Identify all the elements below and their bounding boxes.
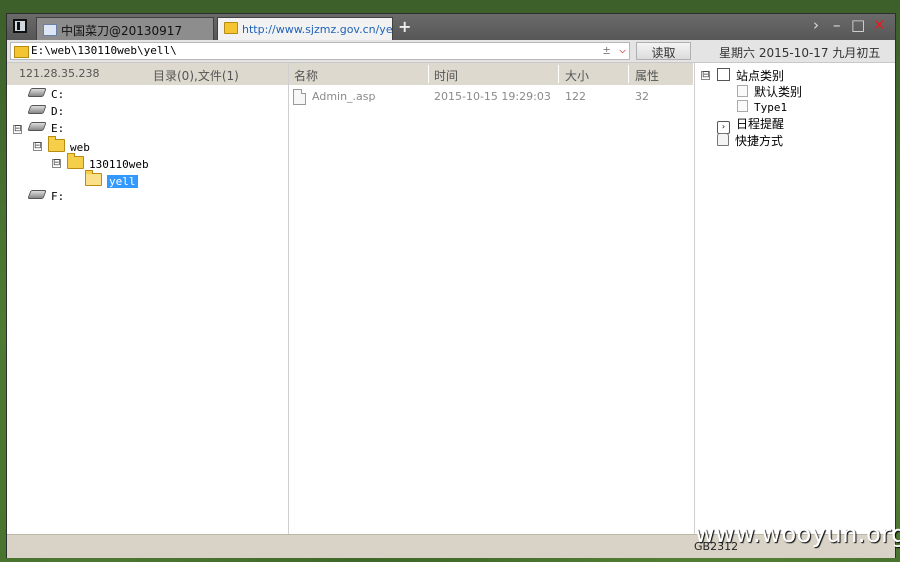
drive-icon (27, 105, 47, 114)
chevron-right-icon[interactable]: › (813, 16, 819, 34)
directory-pane: 121.28.35.238 目录(0),文件(1) C: D: ⊟ E: ⊟ w… (7, 63, 289, 534)
maximize-button[interactable]: □ (851, 16, 865, 34)
tree-site-category[interactable]: 站点类别 (717, 67, 784, 84)
dir-file-count: 目录(0),文件(1) (153, 69, 239, 83)
folder-icon (48, 136, 65, 152)
column-time[interactable]: 时间 (434, 67, 458, 84)
hand-icon (717, 133, 729, 146)
close-button[interactable]: ✕ (873, 16, 886, 34)
tree-drive-e[interactable]: E: (27, 122, 65, 135)
page-icon (43, 24, 57, 36)
file-row[interactable]: Admin_.asp 2015-10-15 19:29:03 122 32 (289, 89, 693, 107)
tree-label: 默认类别 (754, 85, 803, 99)
path-text: E:\web\130110web\yell\ (31, 44, 177, 57)
drive-icon (27, 190, 47, 199)
tree-label: 130110web (89, 158, 149, 171)
bookmark-pane: ⊟ 站点类别 默认类别 Type1 › 日程提醒 快捷方式 (694, 63, 896, 534)
app-menu-icon[interactable] (13, 19, 27, 33)
collapse-icon[interactable]: ⊟ (33, 142, 42, 151)
tree-label: 日程提醒 (736, 117, 785, 131)
tree-label: F: (51, 190, 65, 203)
tree-label-selected: yell (107, 175, 138, 188)
address-bar: E:\web\130110web\yell\ ± ⌵ 读取 星期六 2015-1… (7, 40, 895, 63)
column-name[interactable]: 名称 (294, 67, 318, 84)
file-name: Admin_.asp (312, 90, 376, 103)
tree-label: E: (51, 122, 65, 135)
folder-icon (67, 153, 84, 169)
server-ip: 121.28.35.238 (19, 67, 100, 80)
minimize-button[interactable]: – (833, 16, 841, 34)
tab-home[interactable]: 中国菜刀@20130917 (36, 17, 214, 40)
collapse-icon[interactable]: ⊟ (13, 125, 22, 134)
column-divider[interactable] (558, 65, 559, 83)
page-icon (737, 85, 748, 97)
tree-drive-d[interactable]: D: (27, 105, 65, 118)
tree-drive-c[interactable]: C: (27, 88, 65, 101)
main-area: 121.28.35.238 目录(0),文件(1) C: D: ⊟ E: ⊟ w… (7, 63, 895, 534)
tree-label: Type1 (754, 101, 788, 114)
path-input[interactable]: E:\web\130110web\yell\ ± ⌵ (10, 42, 630, 60)
directory-header: 121.28.35.238 目录(0),文件(1) (7, 63, 288, 85)
file-list-pane: 名称 时间 大小 属性 Admin_.asp 2015-10-15 19:29:… (289, 63, 693, 534)
checkbox-icon[interactable] (717, 68, 730, 81)
app-window: 中国菜刀@20130917 http://www.sjzmz.gov.cn/ye… (6, 13, 896, 558)
tree-label: 站点类别 (736, 69, 785, 83)
drive-icon (27, 122, 47, 131)
tree-folder-130110web[interactable]: 130110web (67, 153, 149, 171)
tab-site[interactable]: http://www.sjzmz.gov.cn/yell... (217, 17, 393, 40)
watermark: www.wooyun.org (695, 520, 900, 548)
tree-label: 快捷方式 (735, 134, 784, 148)
date-display: 星期六 2015-10-17 九月初五 (719, 46, 881, 60)
column-divider[interactable] (628, 65, 629, 83)
drive-icon (27, 88, 47, 97)
tree-folder-web[interactable]: web (48, 136, 90, 154)
tree-drive-f[interactable]: F: (27, 190, 65, 203)
collapse-icon[interactable]: ⊟ (701, 71, 710, 80)
tree-default-category[interactable]: 默认类别 (737, 83, 802, 100)
tab-label: 中国菜刀@20130917 (61, 24, 183, 38)
file-icon (293, 89, 306, 105)
file-list-header: 名称 时间 大小 属性 (289, 63, 693, 85)
column-size[interactable]: 大小 (565, 67, 589, 84)
tree-label: D: (51, 105, 65, 118)
file-time: 2015-10-15 19:29:03 (434, 90, 551, 103)
new-tab-button[interactable]: + (398, 17, 411, 36)
tab-bar: 中国菜刀@20130917 http://www.sjzmz.gov.cn/ye… (7, 14, 895, 40)
collapse-icon[interactable]: ⊟ (52, 159, 61, 168)
file-attr: 32 (635, 90, 649, 103)
page-icon (737, 100, 748, 112)
read-button[interactable]: 读取 (636, 42, 691, 60)
tree-shortcuts[interactable]: 快捷方式 (717, 132, 783, 149)
plus-minus-icon[interactable]: ± (603, 43, 610, 57)
chevron-down-icon[interactable]: ⌵ (619, 42, 626, 56)
tree-label: C: (51, 88, 65, 101)
folder-icon (224, 22, 238, 34)
folder-open-icon (85, 170, 102, 186)
folder-icon (14, 46, 29, 58)
file-size: 122 (565, 90, 586, 103)
tree-type1[interactable]: Type1 (737, 100, 787, 114)
tree-folder-yell[interactable]: yell (85, 170, 138, 188)
column-divider[interactable] (428, 65, 429, 83)
column-attr[interactable]: 属性 (635, 67, 659, 84)
tab-label: http://www.sjzmz.gov.cn/yell... (242, 23, 393, 36)
